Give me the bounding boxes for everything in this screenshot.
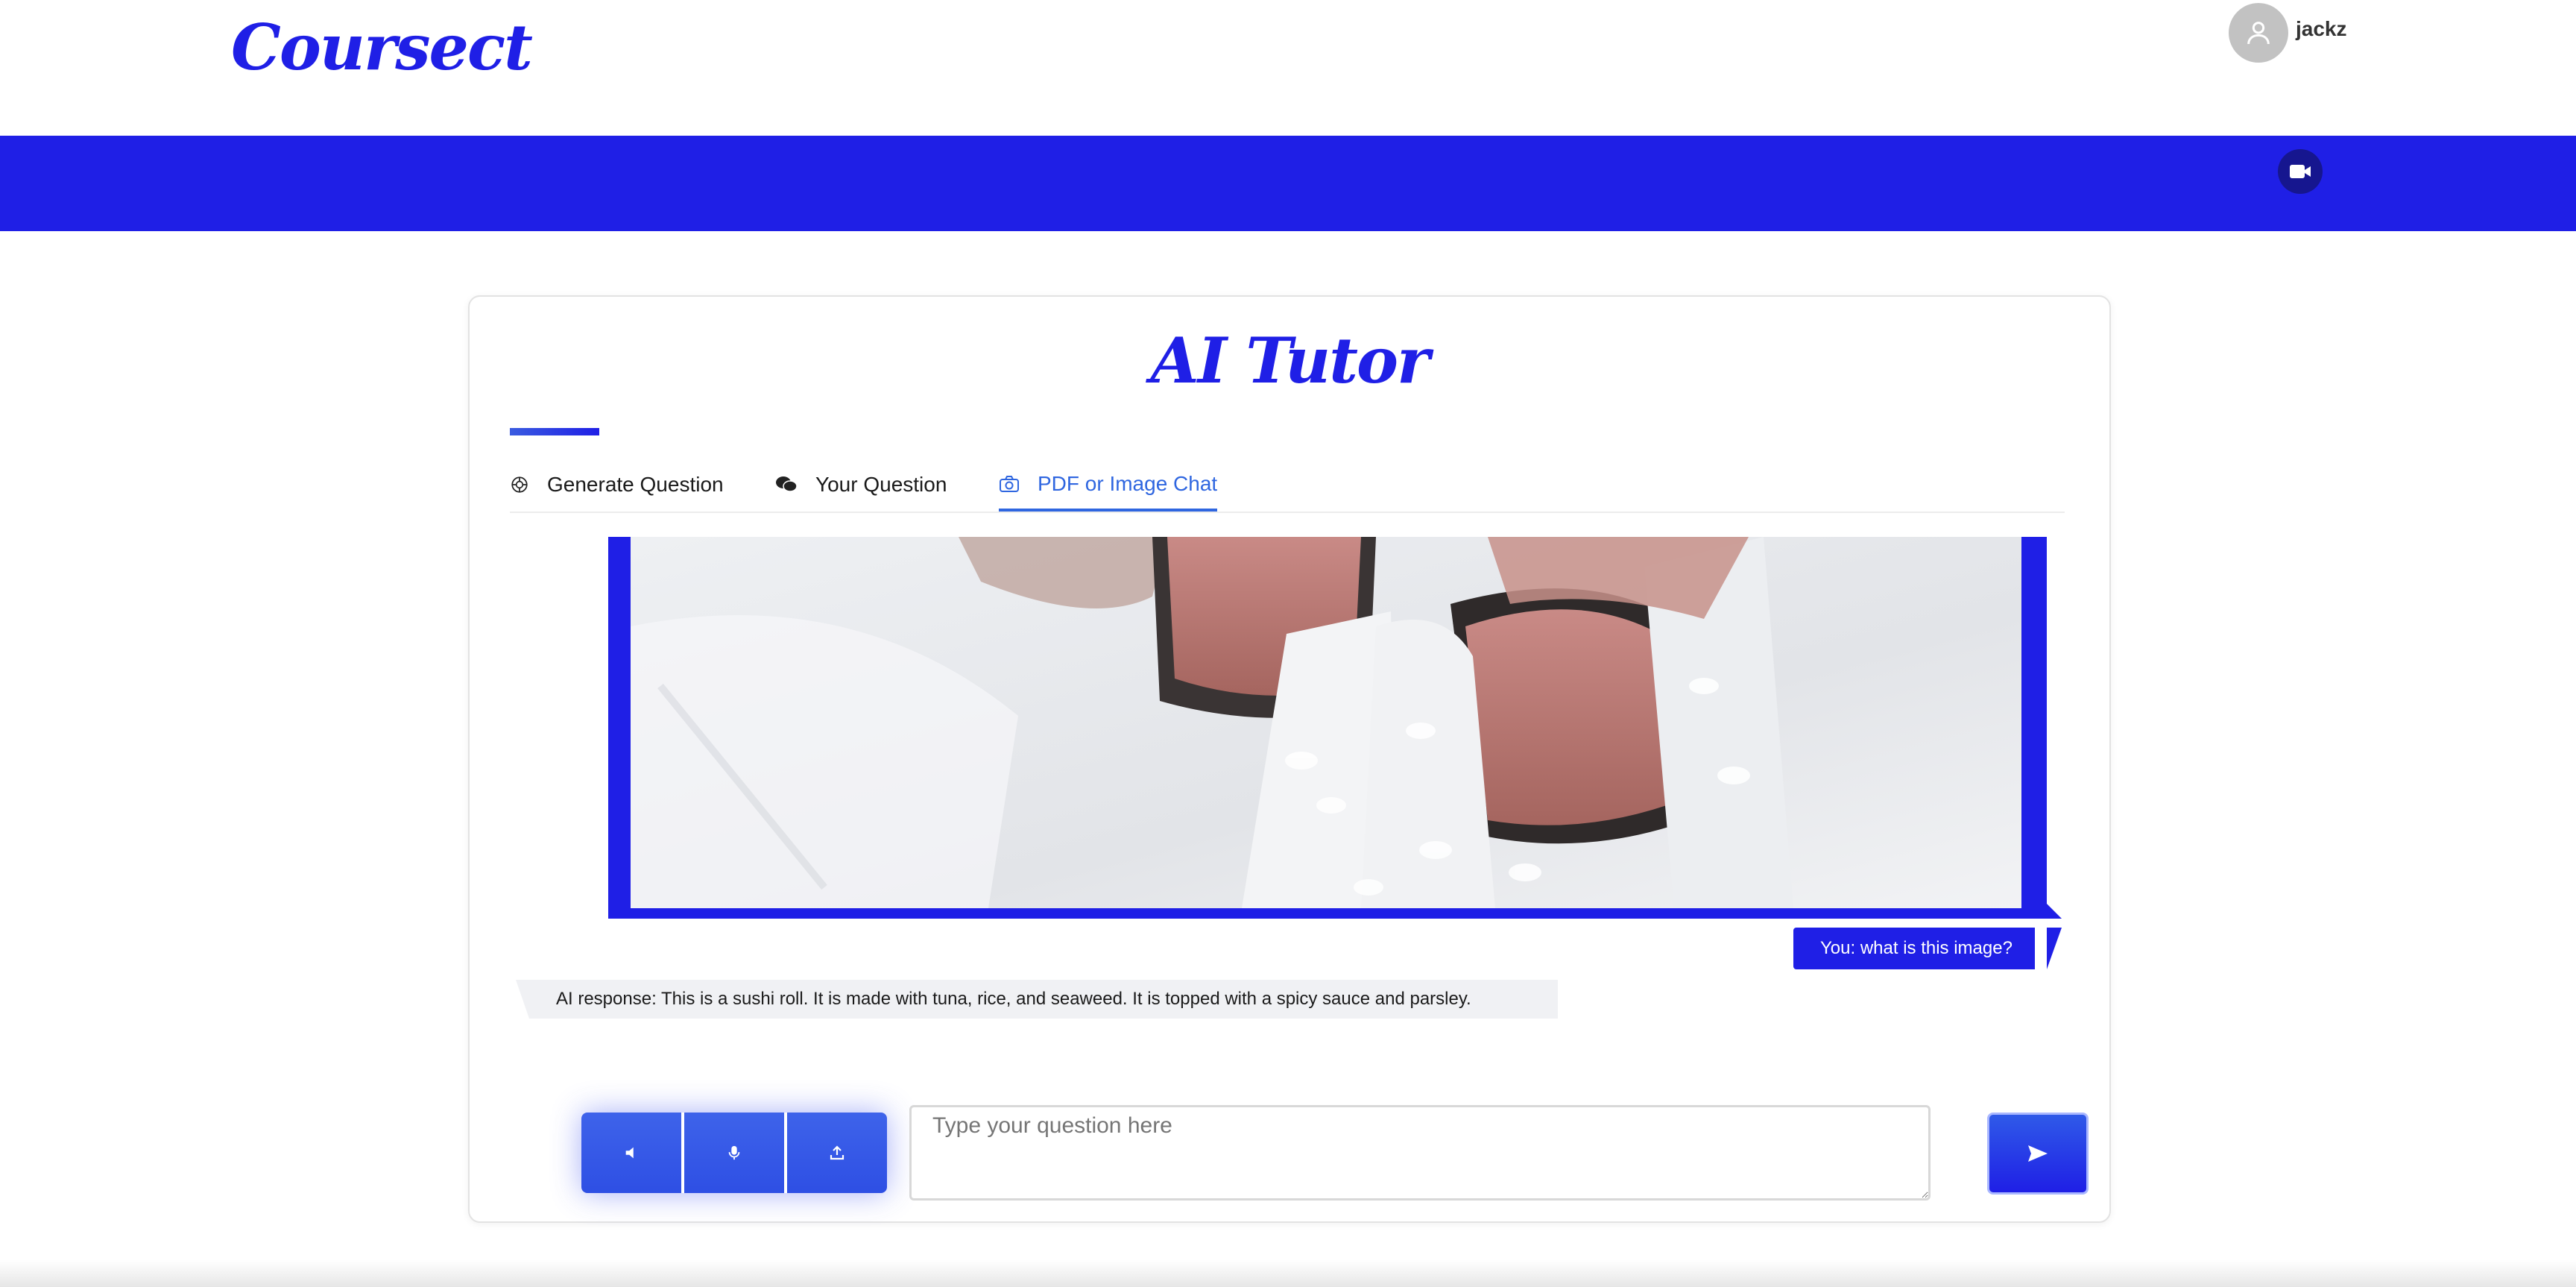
- video-call-button[interactable]: [2278, 149, 2323, 194]
- logo[interactable]: Coursect: [231, 10, 533, 84]
- card-title: AI Tutor: [1150, 324, 1430, 397]
- nav-bar: [0, 136, 2576, 231]
- input-controls: [581, 1113, 887, 1193]
- tab-label: Your Question: [815, 473, 947, 496]
- chat-bubbles-icon: [776, 476, 798, 492]
- bubble-tail: [516, 980, 529, 1019]
- upload-button[interactable]: [787, 1113, 887, 1193]
- avatar[interactable]: [2229, 3, 2288, 63]
- bubble-tail: [2047, 904, 2062, 919]
- user-message-bubble: You: what is this image?: [1793, 928, 2035, 969]
- page-footer-shadow: [0, 1260, 2576, 1287]
- user-menu[interactable]: jackz: [2229, 3, 2347, 63]
- ai-tutor-card: AI Tutor Generate Question Your Question…: [468, 295, 2111, 1223]
- tab-label: Generate Question: [547, 473, 724, 496]
- tab-your-question[interactable]: Your Question: [775, 459, 947, 510]
- video-camera-icon: [2290, 165, 2311, 178]
- send-button[interactable]: [1987, 1113, 2089, 1195]
- openai-icon: [511, 476, 528, 493]
- user-icon: [2247, 22, 2270, 45]
- bubble-tail: [2047, 928, 2062, 969]
- question-input[interactable]: [909, 1105, 1931, 1201]
- speaker-icon: [625, 1147, 634, 1159]
- header: Coursect jackz: [0, 0, 2576, 134]
- username: jackz: [2296, 17, 2347, 40]
- send-icon: [2028, 1145, 2048, 1162]
- camera-icon: [1000, 476, 1019, 492]
- uploaded-image-message: [608, 537, 2062, 919]
- tab-generate-question[interactable]: Generate Question: [510, 459, 724, 510]
- tab-bar: Generate Question Your Question PDF or I…: [510, 459, 2065, 513]
- microphone-icon: [728, 1145, 740, 1160]
- microphone-button[interactable]: [684, 1113, 784, 1193]
- sushi-roll-photo: [631, 537, 2021, 908]
- title-accent-bar: [510, 428, 599, 435]
- upload-icon: [830, 1145, 845, 1160]
- tab-label: PDF or Image Chat: [1038, 472, 1218, 495]
- ai-response-bubble: AI response: This is a sushi roll. It is…: [529, 980, 1558, 1019]
- speaker-button[interactable]: [581, 1113, 681, 1193]
- tab-pdf-or-image-chat[interactable]: PDF or Image Chat: [999, 459, 1218, 512]
